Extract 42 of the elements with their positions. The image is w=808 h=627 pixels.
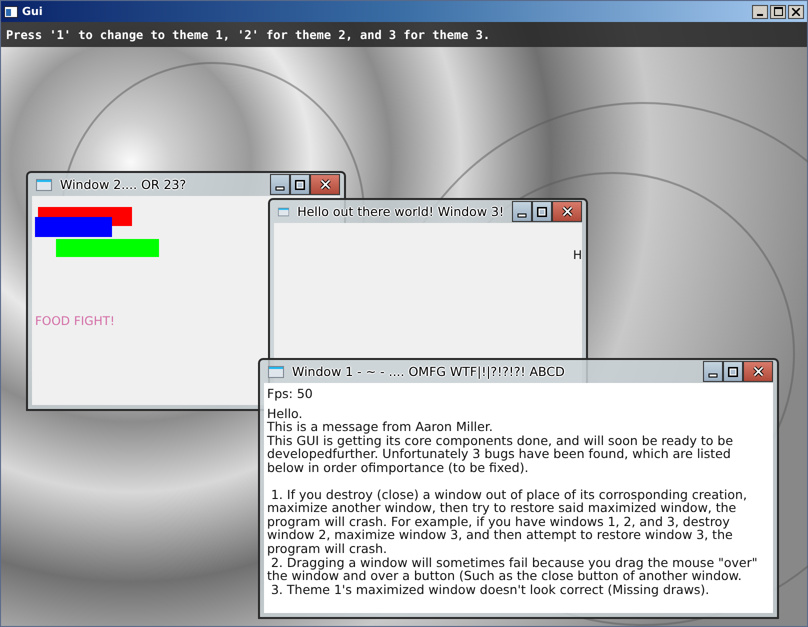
- close-icon: [792, 8, 800, 16]
- message-paragraph: This GUI is getting its core components done, and will soon be ready to be developedfurther. Unfortunately 3 bugs have been found, which are listed below in order ofimportance (to be fixed).: [267, 434, 734, 475]
- instruction-text: Press '1' to change to theme 1, '2' for theme 2, and 3 for theme 3.: [6, 28, 490, 42]
- close-icon: [562, 206, 572, 217]
- close-button[interactable]: [743, 361, 773, 382]
- minimize-icon: [517, 212, 527, 218]
- message-paragraph: 2. Dragging a window will sometimes fail because you drag the mouse "over" the window and over a button (Such as the close button of another window.: [267, 556, 758, 583]
- minimize-button[interactable]: [512, 201, 532, 222]
- window-icon: [268, 366, 284, 378]
- label-text: FOOD FIGHT!: [35, 314, 115, 328]
- minimize-button[interactable]: [270, 174, 290, 195]
- minimize-button[interactable]: [703, 361, 723, 382]
- app-icon: [4, 6, 18, 18]
- close-button[interactable]: [310, 174, 340, 195]
- maximize-button[interactable]: [723, 361, 743, 382]
- close-button[interactable]: [788, 4, 804, 18]
- message-paragraph: This is a message from Aaron Miller.: [267, 420, 494, 434]
- minimize-icon: [275, 186, 285, 190]
- maximize-icon: [295, 180, 305, 190]
- clipped-text: H: [572, 248, 582, 262]
- window-title: Window 2.... OR 23?: [60, 177, 188, 192]
- minimize-icon: [708, 372, 718, 378]
- maximize-icon: [537, 206, 547, 216]
- message-paragraph: 3. Theme 1's maximized window doesn't look correct (Missing draws).: [270, 582, 710, 596]
- window-title: Gui: [22, 5, 44, 18]
- close-icon: [320, 179, 330, 190]
- window-title: Window 1 - ~ - .... OMFG WTF|!|?!?!?! ABCD: [292, 364, 566, 379]
- maximize-button[interactable]: [290, 174, 310, 195]
- minimize-button[interactable]: [752, 4, 768, 18]
- close-icon: [752, 366, 764, 377]
- fps-counter: Fps: 50: [267, 387, 314, 401]
- window-icon: [36, 178, 52, 190]
- window-icon: [278, 206, 290, 218]
- maximize-icon: [728, 366, 738, 376]
- window-title: Hello out there world! Window 3!: [297, 204, 504, 219]
- message-paragraph: 1. If you destroy (close) a window out of place of its corrosponding creation, maximize another window, then try to restore said maximized window, the program will crash. For example, if you have windows 1, 2, and 3, destroy window 2, maximize window 3, and then attempt to restore window 3, the program will crash.: [267, 488, 748, 556]
- minimize-icon: [757, 14, 763, 16]
- maximize-button[interactable]: [770, 4, 786, 18]
- maximize-icon: [774, 7, 782, 16]
- close-button[interactable]: [552, 201, 582, 222]
- maximize-button[interactable]: [532, 201, 552, 222]
- message-paragraph: Hello.: [267, 406, 304, 420]
